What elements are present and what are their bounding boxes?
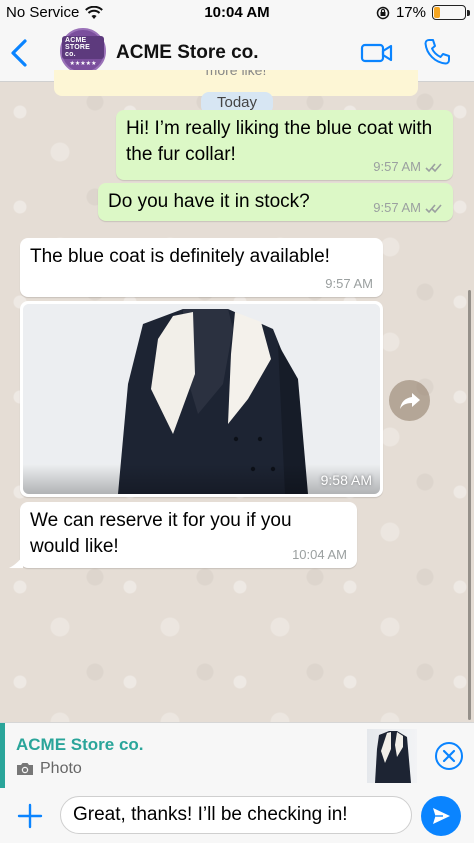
forward-button[interactable] (389, 380, 430, 421)
message-time: 9:57 AM (373, 200, 421, 215)
contact-name[interactable]: ACME Store co. (116, 42, 259, 64)
camera-icon (17, 763, 33, 775)
avatar-stars: ★★★★★ (69, 60, 97, 67)
reply-type: Photo (16, 760, 82, 778)
close-reply-icon[interactable] (434, 741, 464, 771)
reply-type-label: Photo (40, 760, 82, 777)
message-meta: 9:57 AM (325, 277, 373, 291)
send-button[interactable] (421, 796, 461, 836)
message-input[interactable] (60, 796, 412, 834)
message-meta: 9:57 AM (373, 160, 443, 174)
incoming-message[interactable]: The blue coat is definitely available! 9… (20, 238, 383, 297)
outgoing-message[interactable]: Hi! I’m really liking the blue coat with… (116, 110, 453, 180)
incoming-photo-message[interactable]: 9:58 AM (20, 301, 383, 497)
outgoing-message[interactable]: Do you have it in stock? 9:57 AM (98, 183, 453, 221)
avatar-logo-text: ACME STORE co. (62, 35, 104, 59)
forward-arrow-icon (399, 392, 420, 409)
reply-preview: ACME Store co. Photo (0, 722, 474, 789)
video-call-icon[interactable] (360, 40, 394, 66)
avatar[interactable]: ACME STORE co. ★★★★★ (60, 28, 106, 74)
reply-accent-bar (0, 723, 5, 789)
coat-photo[interactable]: 9:58 AM (23, 304, 380, 494)
incoming-message[interactable]: We can reserve it for you if you would l… (20, 502, 357, 568)
status-bar: No Service 10:04 AM 17% (0, 0, 474, 26)
battery-icon (432, 5, 470, 20)
reply-thumbnail (367, 729, 417, 783)
message-text: The blue coat is definitely available! (30, 246, 330, 267)
composer-bar (0, 788, 474, 843)
battery-percent: 17% (395, 4, 426, 21)
bubble-tail (9, 556, 23, 568)
coat-thumbnail-image (375, 731, 411, 783)
send-icon (433, 808, 450, 824)
message-time: 9:58 AM (320, 472, 372, 488)
message-meta: 9:57 AM (373, 201, 443, 215)
read-receipt-icon (425, 203, 442, 213)
message-meta: 10:04 AM (292, 548, 347, 562)
plus-icon[interactable] (16, 802, 44, 830)
message-time: 9:57 AM (325, 276, 373, 291)
reply-sender: ACME Store co. (16, 735, 144, 754)
phone-call-icon[interactable] (422, 37, 452, 67)
status-right: 17% (376, 4, 470, 21)
message-time: 9:57 AM (373, 159, 421, 174)
partial-message-text: more like! (205, 70, 267, 78)
back-chevron-icon[interactable] (8, 38, 30, 68)
read-receipt-icon (425, 162, 442, 172)
scrollbar[interactable] (468, 290, 471, 720)
message-time: 10:04 AM (292, 547, 347, 562)
orientation-lock-icon (376, 6, 390, 19)
